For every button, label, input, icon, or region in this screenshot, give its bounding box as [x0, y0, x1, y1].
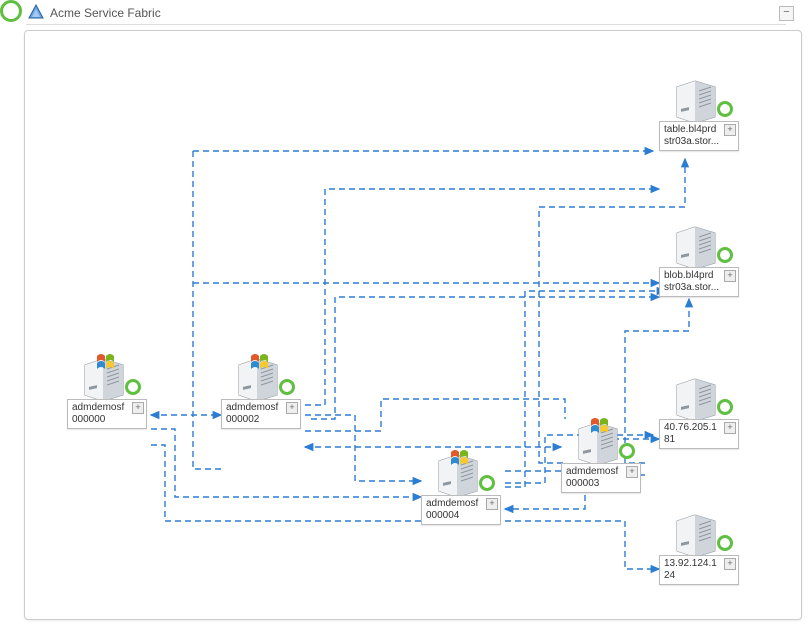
server-node-n3[interactable]: admdemosf000003+ [561, 417, 641, 493]
node-label-line2: 000002 [226, 414, 286, 426]
node-label-line2: 000003 [566, 478, 626, 490]
expand-button[interactable]: + [132, 402, 144, 414]
node-label: 40.76.205.181+ [659, 419, 739, 449]
expand-button[interactable]: + [724, 270, 736, 282]
node-label-line1: 40.76.205.1 [664, 422, 724, 434]
node-label-line2: str03a.stor... [664, 136, 724, 148]
server-icon [665, 373, 725, 417]
status-icon [717, 399, 733, 415]
collapse-button[interactable]: − [779, 6, 794, 21]
status-icon [279, 379, 295, 395]
node-label-line2: 81 [664, 434, 724, 446]
server-node-n0[interactable]: admdemosf000000+ [67, 353, 147, 429]
expand-button[interactable]: + [724, 422, 736, 434]
server-icon [427, 449, 487, 493]
status-icon [717, 535, 733, 551]
expand-button[interactable]: + [724, 124, 736, 136]
fabric-icon [28, 4, 44, 20]
node-label: blob.bl4prdstr03a.stor...+ [659, 267, 739, 297]
node-label: admdemosf000002+ [221, 399, 301, 429]
node-label: admdemosf000003+ [561, 463, 641, 493]
header-status-icon [0, 0, 22, 22]
node-label: admdemosf000004+ [421, 495, 501, 525]
server-node-ip0[interactable]: 40.76.205.181+ [659, 373, 739, 449]
node-label-line1: blob.bl4prd [664, 270, 724, 282]
node-label-line2: str03a.stor... [664, 282, 724, 294]
expand-button[interactable]: + [724, 558, 736, 570]
node-label: admdemosf000000+ [67, 399, 147, 429]
expand-button[interactable]: + [286, 402, 298, 414]
server-node-ip1[interactable]: 13.92.124.124+ [659, 509, 739, 585]
server-icon [665, 509, 725, 553]
server-node-t0[interactable]: table.bl4prdstr03a.stor...+ [659, 75, 739, 151]
node-label-line1: admdemosf [72, 402, 132, 414]
node-label-line2: 24 [664, 570, 724, 582]
status-icon [717, 247, 733, 263]
node-label-line1: admdemosf [566, 466, 626, 478]
topology-panel: admdemosf000000+admdemosf000002+admdemos… [24, 30, 802, 620]
node-label-line1: table.bl4prd [664, 124, 724, 136]
server-icon [567, 417, 627, 461]
node-label-line2: 000004 [426, 510, 486, 522]
node-label-line1: 13.92.124.1 [664, 558, 724, 570]
status-icon [125, 379, 141, 395]
header-divider [26, 24, 786, 25]
server-icon [665, 221, 725, 265]
status-icon [619, 443, 635, 459]
server-node-n2[interactable]: admdemosf000002+ [221, 353, 301, 429]
server-icon [665, 75, 725, 119]
status-icon [479, 475, 495, 491]
server-icon [73, 353, 133, 397]
server-node-b0[interactable]: blob.bl4prdstr03a.stor...+ [659, 221, 739, 297]
node-label-line1: admdemosf [226, 402, 286, 414]
expand-button[interactable]: + [486, 498, 498, 510]
node-label: table.bl4prdstr03a.stor...+ [659, 121, 739, 151]
status-icon [717, 101, 733, 117]
node-label: 13.92.124.124+ [659, 555, 739, 585]
server-icon [227, 353, 287, 397]
page-title: Acme Service Fabric [50, 6, 161, 20]
node-label-line1: admdemosf [426, 498, 486, 510]
expand-button[interactable]: + [626, 466, 638, 478]
node-label-line2: 000000 [72, 414, 132, 426]
server-node-n4[interactable]: admdemosf000004+ [421, 449, 501, 525]
